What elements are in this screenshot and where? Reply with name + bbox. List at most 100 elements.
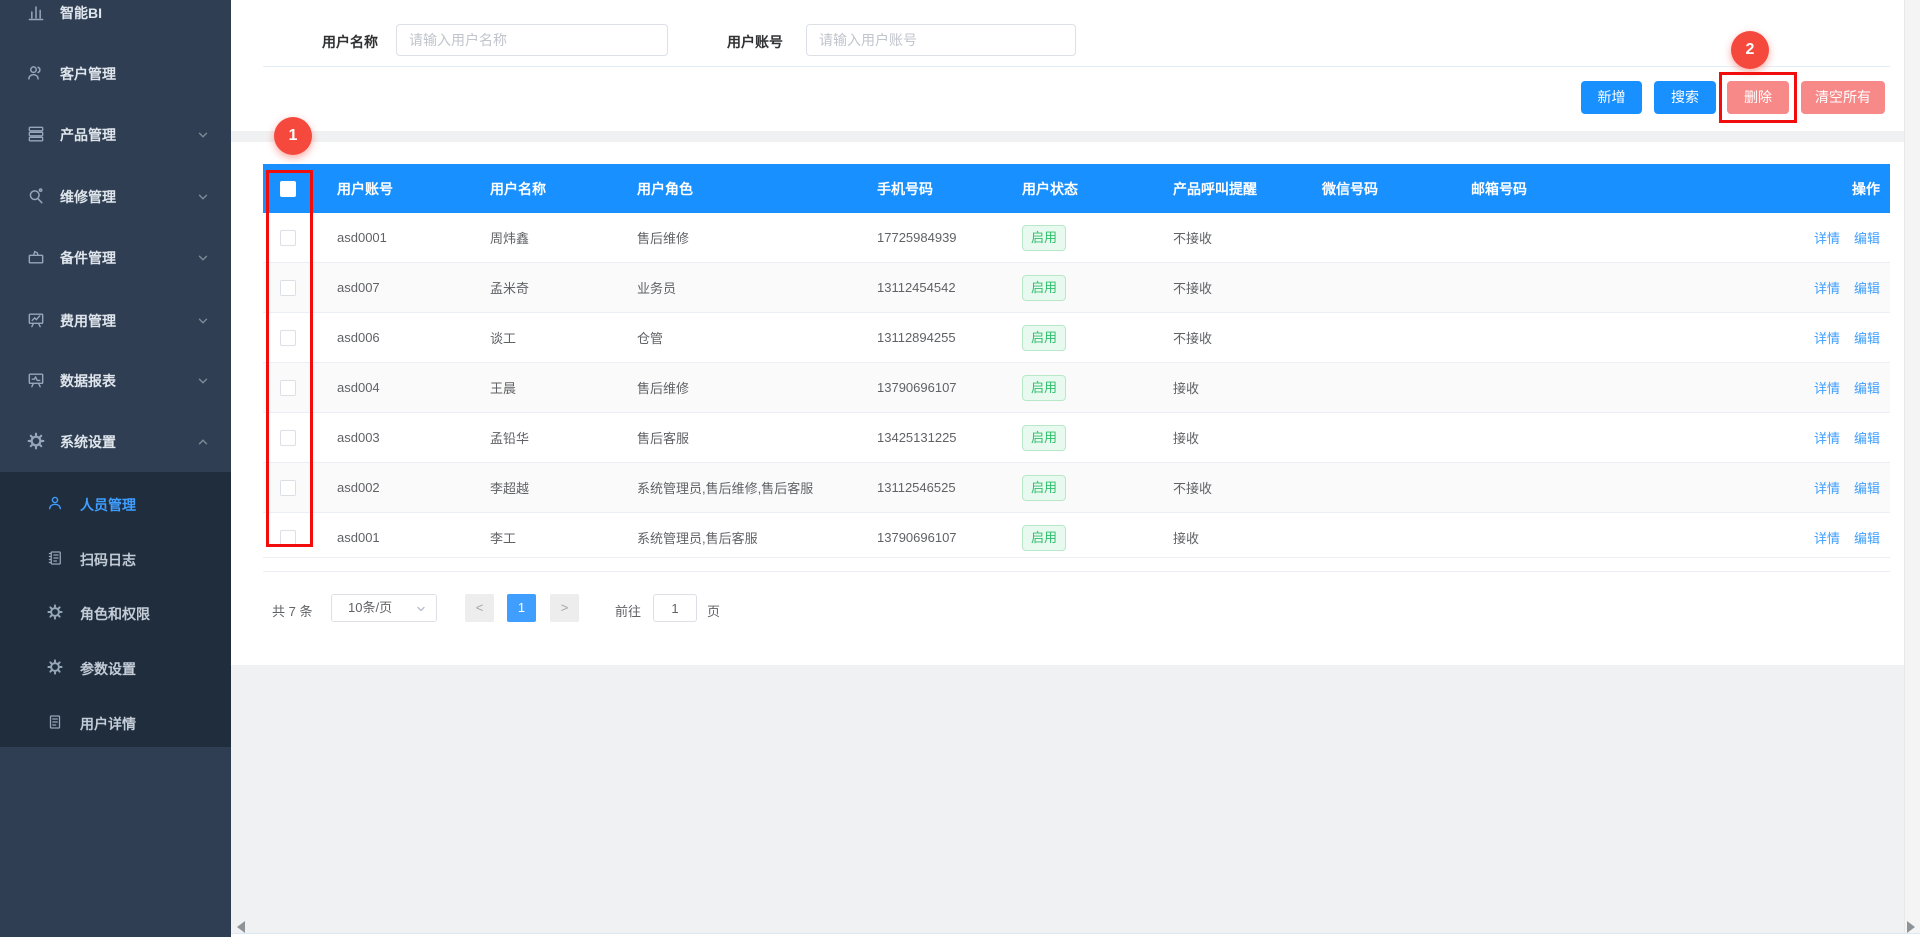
- user-name-label: 用户名称: [322, 32, 378, 52]
- detail-link[interactable]: 详情: [1814, 231, 1840, 246]
- status-badge: 启用: [1022, 325, 1066, 351]
- table-footer-strip: [263, 557, 1890, 572]
- sidebar-item-label: 备件管理: [60, 248, 116, 268]
- table-row: asd001 李工 系统管理员,售后客服 13790696107 启用 接收 详…: [263, 513, 1890, 563]
- report-icon: [26, 370, 46, 390]
- edit-link[interactable]: 编辑: [1854, 331, 1880, 346]
- user-name-input[interactable]: [396, 24, 668, 56]
- row-checkbox[interactable]: [280, 430, 296, 446]
- cell-wechat: [1298, 313, 1447, 363]
- edit-link[interactable]: 编辑: [1854, 381, 1880, 396]
- cell-wechat: [1298, 413, 1447, 463]
- sidebar-item-spare-parts[interactable]: 备件管理: [0, 235, 231, 279]
- select-all-checkbox[interactable]: [280, 181, 296, 197]
- sidebar-item-parameter-settings[interactable]: 参数设置: [0, 645, 231, 689]
- user-account-input[interactable]: [806, 24, 1076, 56]
- sidebar-item-bi[interactable]: 智能BI: [0, 0, 231, 34]
- detail-link[interactable]: 详情: [1814, 431, 1840, 446]
- cell-role: 售后维修: [613, 213, 853, 263]
- edit-link[interactable]: 编辑: [1854, 531, 1880, 546]
- gear-icon: [46, 658, 64, 676]
- cell-wechat: [1298, 463, 1447, 513]
- cell-name: 李超越: [466, 463, 613, 513]
- sidebar-item-products[interactable]: 产品管理: [0, 112, 231, 156]
- sidebar-item-staff-management[interactable]: 人员管理: [0, 481, 231, 525]
- row-checkbox[interactable]: [280, 380, 296, 396]
- detail-link[interactable]: 详情: [1814, 531, 1840, 546]
- previous-page-button[interactable]: <: [465, 594, 494, 622]
- cell-account: asd002: [313, 463, 466, 513]
- sidebar-item-label: 扫码日志: [80, 550, 136, 570]
- cell-role: 系统管理员,售后客服: [613, 513, 853, 563]
- repair-icon: [26, 186, 46, 206]
- sidebar-item-label: 维修管理: [60, 187, 116, 207]
- edit-link[interactable]: 编辑: [1854, 431, 1880, 446]
- sidebar-item-label: 参数设置: [80, 659, 136, 679]
- sidebar-item-label: 数据报表: [60, 371, 116, 391]
- sidebar-item-repair[interactable]: 维修管理: [0, 174, 231, 218]
- cell-email: [1447, 263, 1596, 313]
- chevron-down-icon: [196, 314, 210, 328]
- row-checkbox[interactable]: [280, 280, 296, 296]
- cell-phone: 13425131225: [853, 413, 998, 463]
- page-suffix-label: 页: [707, 601, 720, 620]
- sidebar-item-scan-log[interactable]: 扫码日志: [0, 536, 231, 580]
- products-icon: [26, 124, 46, 144]
- cell-phone: 17725984939: [853, 213, 998, 263]
- table-row: asd007 孟米奇 业务员 13112454542 启用 不接收 详情编辑: [263, 263, 1890, 313]
- scroll-right-arrow-icon[interactable]: [1907, 921, 1915, 933]
- search-button[interactable]: 搜索: [1654, 81, 1716, 114]
- sidebar-item-reports[interactable]: 数据报表: [0, 358, 231, 402]
- table-row: asd003 孟铅华 售后客服 13425131225 启用 接收 详情编辑: [263, 413, 1890, 463]
- edit-link[interactable]: 编辑: [1854, 231, 1880, 246]
- cell-product-call: 接收: [1149, 363, 1298, 413]
- pagination-total: 共 7 条: [272, 601, 312, 620]
- column-header-email: 邮箱号码: [1447, 164, 1596, 213]
- cell-email: [1447, 313, 1596, 363]
- vertical-scrollbar[interactable]: [1904, 0, 1920, 933]
- expense-icon: [26, 310, 46, 330]
- page-number-button[interactable]: 1: [507, 594, 536, 622]
- goto-page-input[interactable]: [653, 594, 697, 622]
- cell-name: 王晨: [466, 363, 613, 413]
- cell-account: asd0001: [313, 213, 466, 263]
- add-button[interactable]: 新增: [1581, 81, 1642, 114]
- person-icon: [46, 494, 64, 512]
- edit-link[interactable]: 编辑: [1854, 281, 1880, 296]
- chevron-down-icon: [196, 128, 210, 142]
- sidebar-item-roles-permissions[interactable]: 角色和权限: [0, 590, 231, 634]
- row-checkbox[interactable]: [280, 330, 296, 346]
- detail-link[interactable]: 详情: [1814, 381, 1840, 396]
- cell-product-call: 不接收: [1149, 463, 1298, 513]
- filter-divider: [263, 66, 1890, 67]
- row-checkbox[interactable]: [280, 530, 296, 546]
- sidebar-item-label: 产品管理: [60, 125, 116, 145]
- next-page-button[interactable]: >: [550, 594, 579, 622]
- clear-all-button[interactable]: 清空所有: [1801, 81, 1885, 114]
- gear-icon: [46, 603, 64, 621]
- row-checkbox[interactable]: [280, 230, 296, 246]
- sidebar-item-expense[interactable]: 费用管理: [0, 298, 231, 342]
- row-checkbox[interactable]: [280, 480, 296, 496]
- cell-role: 业务员: [613, 263, 853, 313]
- detail-link[interactable]: 详情: [1814, 331, 1840, 346]
- detail-link[interactable]: 详情: [1814, 281, 1840, 296]
- cell-email: [1447, 463, 1596, 513]
- notebook-icon: [46, 549, 64, 567]
- status-badge: 启用: [1022, 375, 1066, 401]
- sidebar-item-user-details[interactable]: 用户详情: [0, 700, 231, 744]
- sidebar-item-label: 费用管理: [60, 311, 116, 331]
- sidebar-item-customers[interactable]: 客户管理: [0, 51, 231, 95]
- page-size-select[interactable]: 10条/页: [331, 594, 437, 622]
- sidebar-item-settings[interactable]: 系统设置: [0, 419, 231, 463]
- cell-role: 仓管: [613, 313, 853, 363]
- edit-link[interactable]: 编辑: [1854, 481, 1880, 496]
- delete-button[interactable]: 删除: [1727, 81, 1789, 114]
- chevron-down-icon: [196, 374, 210, 388]
- table-row: asd006 谈工 仓管 13112894255 启用 不接收 详情编辑: [263, 313, 1890, 363]
- scroll-left-arrow-icon[interactable]: [237, 921, 245, 933]
- sidebar-item-label: 角色和权限: [80, 604, 150, 624]
- bar-chart-icon: [26, 2, 46, 22]
- column-header-actions: 操作: [1596, 164, 1890, 213]
- detail-link[interactable]: 详情: [1814, 481, 1840, 496]
